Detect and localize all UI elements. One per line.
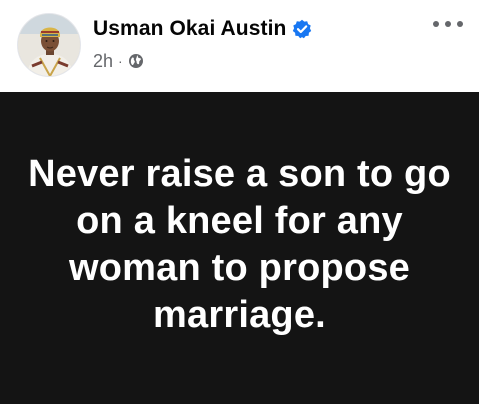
author-row: Usman Okai Austin: [93, 14, 312, 44]
avatar[interactable]: [17, 13, 81, 77]
globe-icon[interactable]: [128, 53, 144, 69]
post-meta: 2h ·: [93, 49, 144, 73]
more-options-button[interactable]: [431, 14, 465, 34]
post-content: Never raise a son to go on a kneel for a…: [0, 92, 479, 404]
verified-badge-icon: [292, 19, 312, 39]
post-text: Never raise a son to go on a kneel for a…: [28, 153, 451, 336]
author-name[interactable]: Usman Okai Austin: [93, 17, 286, 41]
post-timestamp[interactable]: 2h: [93, 51, 113, 72]
avatar-image: [18, 14, 80, 76]
meta-separator: ·: [118, 53, 123, 69]
more-options-icon: [433, 21, 463, 27]
facebook-post: Usman Okai Austin 2h · Never raise a son…: [0, 0, 479, 404]
post-header: Usman Okai Austin 2h ·: [0, 0, 479, 92]
